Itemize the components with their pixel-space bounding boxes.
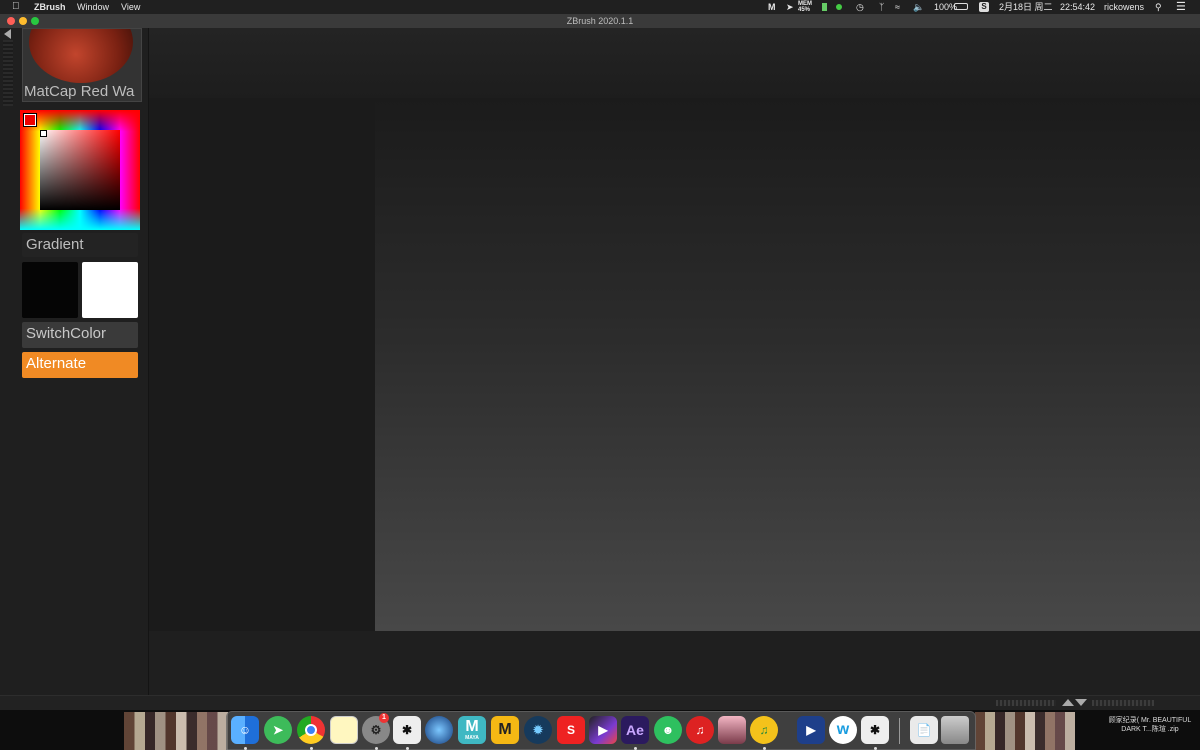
menu-app-zbrush[interactable]: ZBrush [34,0,66,14]
macos-menu-bar:  ZBrush Window View M ➤ MEM 45% ◷ ᛉ ≈ 🔈… [0,0,1200,14]
wifi-icon[interactable]: ≈ [895,0,900,14]
zbrush-2-icon[interactable]: ✱ [861,716,889,744]
expand-up-arrow-icon[interactable] [1062,699,1074,706]
zbrush-icon[interactable]: ✱ [393,716,421,744]
bottom-tray-handle-right[interactable] [1092,700,1154,706]
notification-badge: 1 [379,713,389,723]
send-icon[interactable]: ➤ [786,0,794,14]
maya-icon-text: MAYA [465,735,479,741]
gradient-button[interactable]: Gradient [22,233,138,257]
memory-status[interactable]: MEM 45% [798,0,812,14]
bottom-tray-bar [0,695,1200,711]
notification-center-icon[interactable]: ☰ [1176,0,1186,14]
malwarebytes-icon[interactable]: M [768,0,776,14]
material-button[interactable]: MatCap Red Wa [22,28,142,102]
desktop-file-name-line1: 顾家纪录( Mr. BEAUTIFUL [1108,717,1192,724]
secondary-color-swatch[interactable] [82,262,138,318]
substance-icon[interactable]: ✹ [524,716,552,744]
menu-window[interactable]: Window [77,0,109,14]
bottom-tray [149,631,1200,695]
notes-icon[interactable] [330,716,358,744]
material-label: MatCap Red Wa [24,83,135,100]
dock: ☺ ➤ ⚙ 1 ✱ M MAYA M ✹ S ▶ Ae ☻ ♫ ♫ ▶ w ✱ … [226,711,976,750]
desktop-thumbnails-left [124,712,228,750]
desktop-thumbnails-right [975,712,1075,750]
hue-selector-marker[interactable] [23,113,37,127]
final-cut-icon[interactable]: ▶ [589,716,617,744]
mudbox-icon[interactable]: M [491,716,519,744]
collapse-tray-arrow-icon[interactable] [4,29,11,39]
window-title: ZBrush 2020.1.1 [566,16,634,26]
cinema4d-icon[interactable] [425,716,453,744]
trash-icon[interactable] [941,716,969,744]
matcap-preview [29,29,133,83]
telegram-icon[interactable]: ➤ [264,716,292,744]
memory-value: 45% [798,7,811,13]
documents-stack-icon[interactable]: 📄 [910,716,938,744]
saturation-value-square[interactable] [40,130,120,210]
tray-scroll-handle[interactable] [3,40,13,106]
qq-music-icon[interactable]: ♫ [750,716,778,744]
netease-music-icon[interactable]: ♫ [686,716,714,744]
desktop-file[interactable]: 顾家纪录( Mr. BEAUTIFUL DARK T...陈瑄 .zip [1100,716,1200,750]
maya-icon-letter: M [465,718,479,735]
main-color-swatch[interactable] [22,262,78,318]
battery-meter-icon[interactable] [822,3,827,11]
memory-label: MEM [798,1,812,7]
finder-icon[interactable]: ☺ [231,716,259,744]
bottom-tray-handle-left[interactable] [996,700,1056,706]
color-selector-marker[interactable] [40,130,47,137]
sketch-app-icon[interactable]: S [557,716,585,744]
menu-time[interactable]: 22:54:42 [1060,0,1095,14]
menu-date[interactable]: 2月18日 周二 [999,0,1053,14]
dock-separator [899,718,900,744]
wechat-icon[interactable]: ☻ [654,716,682,744]
chrome-icon[interactable] [297,716,325,744]
switch-color-button[interactable]: SwitchColor [22,322,138,348]
collapse-down-arrow-icon[interactable] [1075,699,1087,706]
window-title-bar: ZBrush 2020.1.1 [0,14,1200,29]
keynote-icon[interactable]: ▶ [797,716,825,744]
desktop-file-name-line2: DARK T...陈瑄 .zip [1121,726,1179,733]
volume-icon[interactable]: 🔈 [913,0,924,14]
battery-icon[interactable] [954,3,968,10]
menu-user[interactable]: rickowens [1104,0,1144,14]
input-method-icon[interactable]: S [979,2,989,12]
maya-icon[interactable]: M MAYA [458,716,486,744]
spotlight-search-icon[interactable]: ⚲ [1155,0,1162,14]
time-machine-icon[interactable]: ◷ [856,0,864,14]
top-shelf [149,28,1200,98]
alternate-button[interactable]: Alternate [22,352,138,378]
document-canvas[interactable] [375,98,1200,631]
anime-app-icon[interactable] [718,716,746,744]
color-picker[interactable] [20,110,140,230]
menu-view[interactable]: View [121,0,140,14]
bluetooth-icon[interactable]: ᛉ [879,0,884,14]
after-effects-icon[interactable]: Ae [621,716,649,744]
apple-icon[interactable]:  [12,0,20,14]
w-app-icon[interactable]: w [829,716,857,744]
status-dot-icon[interactable] [836,4,842,10]
